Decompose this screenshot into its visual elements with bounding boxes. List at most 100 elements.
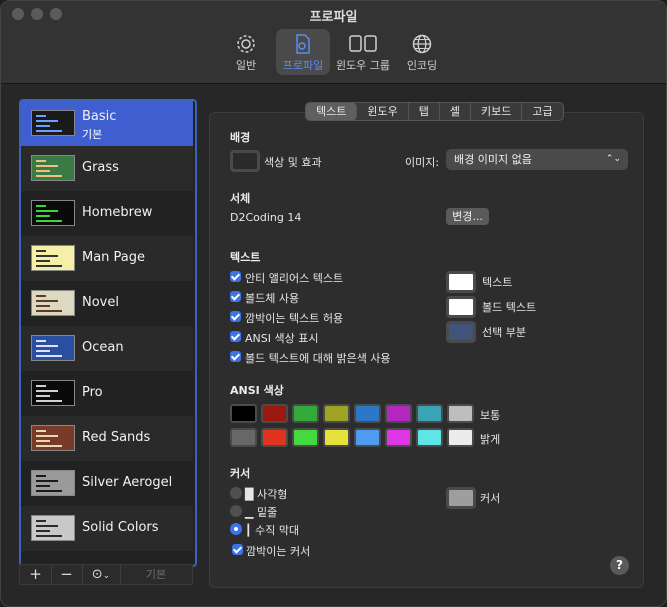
profile-thumbnail: [31, 335, 75, 361]
settings-tabs: 텍스트 윈도우 탭 셸 키보드 고급: [305, 102, 564, 121]
tab-4[interactable]: 키보드: [471, 103, 523, 120]
titlebar: 프로파일 일반 프로파일 윈도우 그룹 인코딩: [1, 1, 666, 84]
text-option-label: 볼드체 사용: [245, 292, 300, 305]
ansi-normal-color-well[interactable]: [323, 404, 350, 423]
toolbar-profiles-label: 프로파일: [282, 59, 324, 72]
ansi-bright-color-well[interactable]: [354, 428, 381, 447]
ansi-bright-color-well[interactable]: [230, 428, 257, 447]
background-header: 배경: [230, 131, 251, 144]
ansi-normal-color-well[interactable]: [292, 404, 319, 423]
window-title: 프로파일: [309, 10, 358, 25]
toolbar-profiles-button[interactable]: 프로파일: [276, 29, 330, 75]
cursor-style-label: █ 사각형: [245, 488, 288, 501]
ellipsis-circle-icon: ⊙: [91, 567, 103, 582]
text-color-well[interactable]: [446, 271, 476, 293]
ansi-bright-label: 밝게: [480, 433, 501, 446]
profile-name: Ocean: [82, 340, 124, 355]
profile-name: Grass: [82, 160, 119, 175]
text-color-well[interactable]: [446, 321, 476, 343]
set-default-button[interactable]: 기본: [120, 565, 192, 584]
profile-thumbnail: [31, 245, 75, 271]
toolbar-window-groups-label: 윈도우 그룹: [335, 59, 391, 72]
background-color-well[interactable]: [230, 150, 260, 172]
profile-name: Basic: [82, 109, 117, 124]
globe-icon: [412, 34, 432, 54]
profile-list[interactable]: Basic 기본 Grass Homebrew Man Page Novel Ocean Pr…: [19, 99, 197, 567]
ansi-bright-color-well[interactable]: [292, 428, 319, 447]
text-option-checkbox[interactable]: [230, 311, 241, 322]
text-option-checkbox[interactable]: [230, 271, 241, 282]
ansi-normal-color-well[interactable]: [261, 404, 288, 423]
cursor-style-label: ┃ 수직 막대: [245, 524, 300, 537]
ansi-bright-color-well[interactable]: [385, 428, 412, 447]
profile-name: Red Sands: [82, 430, 151, 445]
profile-name: Silver Aerogel: [82, 475, 173, 490]
toolbar-general-button[interactable]: 일반: [219, 29, 273, 75]
ansi-normal-color-well[interactable]: [230, 404, 257, 423]
gear-icon: [237, 35, 255, 53]
profile-name: Man Page: [82, 250, 146, 265]
background-image-select[interactable]: 배경 이미지 없음 ⌃⌄: [446, 149, 628, 170]
profile-thumbnail: [31, 155, 75, 181]
ansi-bright-color-well[interactable]: [447, 428, 474, 447]
profile-item-basic[interactable]: Basic 기본: [21, 101, 193, 146]
more-actions-menu-button[interactable]: ⊙⌄: [82, 565, 121, 584]
cursor-style-label: ▁ 밑줄: [245, 506, 278, 519]
tab-2[interactable]: 탭: [409, 103, 440, 120]
profile-item-silver-aerogel[interactable]: Silver Aerogel: [21, 461, 193, 506]
profile-item-red-sands[interactable]: Red Sands: [21, 416, 193, 461]
add-profile-button[interactable]: +: [20, 565, 52, 584]
profile-thumbnail: [31, 380, 75, 406]
ansi-header: ANSI 색상: [230, 384, 284, 397]
chevron-down-icon: ⌄: [102, 571, 111, 581]
ansi-normal-color-well[interactable]: [385, 404, 412, 423]
updown-chevron-icon: ⌃⌄: [605, 154, 621, 164]
text-color-well[interactable]: [446, 296, 476, 318]
ansi-normal-color-well[interactable]: [416, 404, 443, 423]
profile-item-pro[interactable]: Pro: [21, 371, 193, 416]
profile-item-novel[interactable]: Novel: [21, 281, 193, 326]
blink-cursor-checkbox[interactable]: [232, 544, 243, 555]
profile-thumbnail: [31, 110, 75, 136]
cursor-style-radio[interactable]: [230, 523, 242, 535]
tab-0[interactable]: 텍스트: [306, 103, 358, 120]
help-button[interactable]: ?: [610, 556, 629, 575]
text-option-checkbox[interactable]: [230, 291, 241, 302]
cursor-style-radio[interactable]: [230, 487, 242, 499]
ansi-normal-color-well[interactable]: [447, 404, 474, 423]
profile-item-grass[interactable]: Grass: [21, 146, 193, 191]
text-option-checkbox[interactable]: [230, 351, 241, 362]
cursor-style-radio[interactable]: [230, 505, 242, 517]
tab-3[interactable]: 셸: [440, 103, 471, 120]
tab-1[interactable]: 윈도우: [357, 103, 409, 120]
ansi-normal-color-well[interactable]: [354, 404, 381, 423]
tab-5[interactable]: 고급: [522, 103, 562, 120]
font-header: 서체: [230, 192, 251, 205]
profile-default-badge: 기본: [82, 128, 103, 141]
ansi-normal-label: 보통: [480, 409, 501, 422]
profile-thumbnail: [31, 470, 75, 496]
change-font-button[interactable]: 변경...: [446, 208, 489, 225]
profile-document-icon: [296, 34, 310, 54]
toolbar-encoding-button[interactable]: 인코딩: [395, 29, 449, 75]
text-color-label: 텍스트: [482, 276, 513, 289]
ansi-bright-color-well[interactable]: [323, 428, 350, 447]
profile-item-homebrew[interactable]: Homebrew: [21, 191, 193, 236]
toolbar-encoding-label: 인코딩: [406, 59, 438, 72]
text-option-label: 볼드 텍스트에 대해 밝은색 사용: [245, 352, 391, 365]
cursor-color-well[interactable]: [446, 487, 476, 509]
toolbar-window-groups-button[interactable]: 윈도우 그룹: [334, 29, 392, 75]
profile-item-ocean[interactable]: Ocean: [21, 326, 193, 371]
window-group-icon: [349, 35, 377, 52]
text-color-label: 선택 부분: [482, 326, 526, 339]
cursor-header: 커서: [230, 467, 251, 480]
remove-profile-button[interactable]: −: [51, 565, 83, 584]
toolbar-general-label: 일반: [235, 59, 257, 72]
ansi-bright-color-well[interactable]: [416, 428, 443, 447]
profile-item-man-page[interactable]: Man Page: [21, 236, 193, 281]
background-color-label: 색상 및 효과: [264, 156, 322, 169]
ansi-bright-color-well[interactable]: [261, 428, 288, 447]
profile-name: Novel: [82, 295, 119, 310]
profile-item-solid-colors[interactable]: Solid Colors: [21, 506, 193, 551]
text-option-checkbox[interactable]: [230, 331, 241, 342]
